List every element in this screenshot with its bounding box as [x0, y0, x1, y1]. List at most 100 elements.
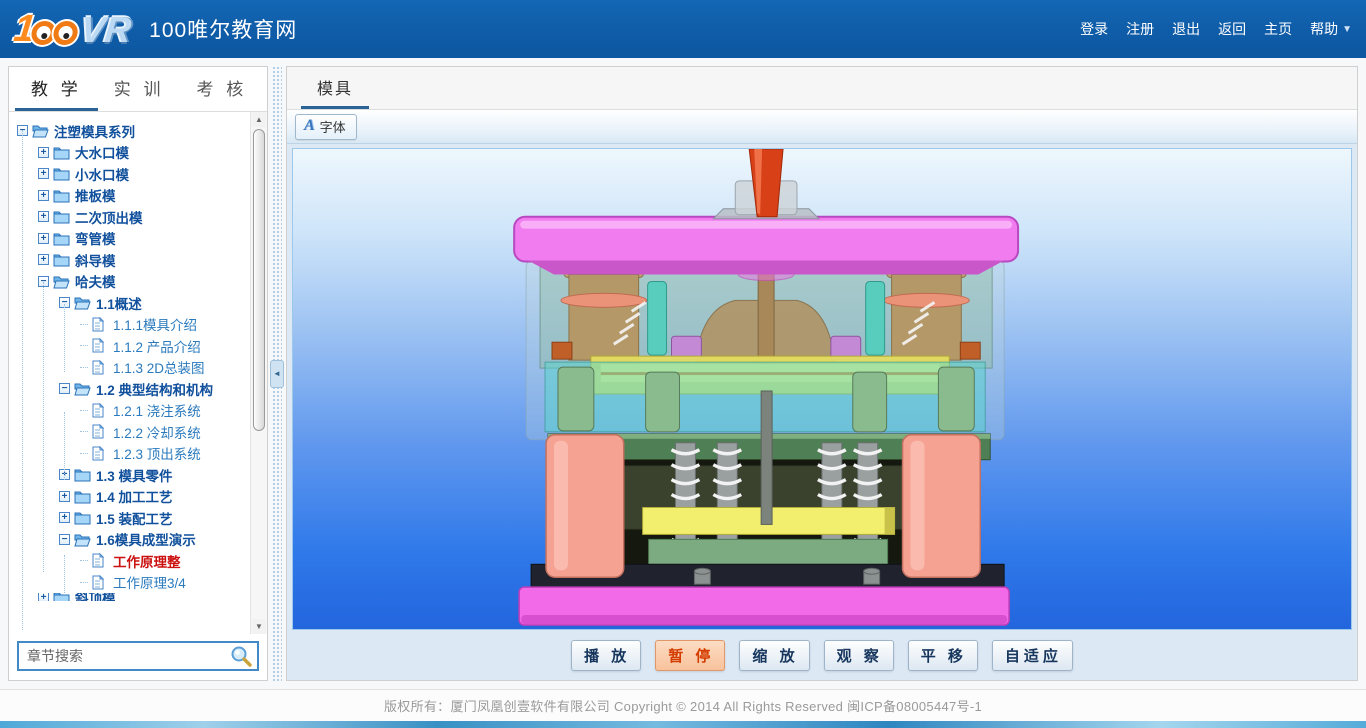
folder-closed-icon: [74, 510, 91, 525]
tree-item[interactable]: + 斜顶模: [9, 593, 250, 601]
expand-plus-icon[interactable]: +: [38, 190, 49, 201]
folder-closed-icon: [53, 166, 70, 181]
viewer-toolbar: A 字体: [287, 110, 1357, 144]
autofit-button[interactable]: 自适应: [992, 640, 1073, 671]
tree-item-label: 1.5 装配工艺: [96, 508, 173, 528]
mold-3d-model[interactable]: [292, 149, 1323, 629]
tree-item[interactable]: + 二次顶出模: [9, 206, 250, 228]
tree-connector: [80, 324, 88, 325]
tree-item-label: 1.4 加工工艺: [96, 486, 173, 506]
expand-plus-icon[interactable]: +: [59, 491, 70, 502]
doc-icon: [91, 446, 108, 461]
tree-item[interactable]: +小水口模: [9, 163, 250, 185]
play-button[interactable]: 播 放: [571, 640, 641, 671]
tree-item[interactable]: +弯管模: [9, 228, 250, 250]
tree-item[interactable]: +1.5 装配工艺: [9, 507, 250, 529]
scrollbar-thumb[interactable]: [253, 129, 265, 431]
tree-item-label: 工作原理3/4: [113, 572, 186, 592]
tree-item[interactable]: 工作原理整: [9, 550, 250, 572]
back-link[interactable]: 返回: [1218, 19, 1246, 39]
tab-assessment[interactable]: 考 核: [180, 67, 263, 111]
tree-item[interactable]: 工作原理3/4: [9, 572, 250, 594]
expand-plus-icon[interactable]: +: [59, 512, 70, 523]
panel-splitter[interactable]: ◄: [268, 66, 286, 681]
tab-teaching[interactable]: 教 学: [15, 67, 98, 111]
scrollbar-up-icon[interactable]: ▲: [252, 112, 266, 127]
tree-connector: [80, 560, 88, 561]
tree-item-label: 1.1.1模具介绍: [113, 314, 197, 334]
tree-item-label: 斜顶模: [75, 593, 116, 601]
top-nav: 登录注册退出返回主页帮助▼: [1080, 19, 1352, 39]
font-button[interactable]: A 字体: [295, 114, 357, 140]
search-icon[interactable]: [229, 644, 253, 668]
doc-icon: [91, 575, 108, 590]
sidebar-scrollbar[interactable]: ▲ ▼: [250, 112, 267, 634]
observe-button[interactable]: 观 察: [824, 640, 894, 671]
tree-item[interactable]: −1.1概述: [9, 292, 250, 314]
folder-closed-icon: [74, 467, 91, 482]
tree-connector: [80, 453, 88, 454]
tree-item-label: 1.2.1 浇注系统: [113, 400, 201, 420]
logout-link[interactable]: 退出: [1172, 19, 1200, 39]
collapse-sidebar-button[interactable]: ◄: [270, 360, 284, 388]
tree-item-label: 1.1.3 2D总装图: [113, 357, 205, 377]
tree-connector: [80, 345, 88, 346]
tree-guide-line: [22, 130, 23, 630]
search-box: [17, 641, 259, 671]
pan-button[interactable]: 平 移: [908, 640, 978, 671]
folder-closed-icon: [53, 188, 70, 203]
tree-item[interactable]: +大水口模: [9, 142, 250, 164]
main-panel: 模具 A 字体: [286, 66, 1358, 681]
folder-closed-icon: [74, 489, 91, 504]
help-link[interactable]: 帮助▼: [1310, 19, 1352, 39]
tree-item[interactable]: 1.2.2 冷却系统: [9, 421, 250, 443]
sidebar-tabs: 教 学实 训考 核: [9, 67, 267, 112]
site-logo[interactable]: 1VR: [12, 10, 133, 48]
tree-item[interactable]: −1.6模具成型演示: [9, 529, 250, 551]
tree-item[interactable]: +斜导模: [9, 249, 250, 271]
tree-item[interactable]: +1.4 加工工艺: [9, 486, 250, 508]
tree-item[interactable]: −哈夫模: [9, 271, 250, 293]
tree-item[interactable]: 1.1.1模具介绍: [9, 314, 250, 336]
tab-mold[interactable]: 模具: [301, 67, 369, 109]
tree-item[interactable]: 1.2.3 顶出系统: [9, 443, 250, 465]
tree-item-label: 1.1.2 产品介绍: [113, 336, 201, 356]
expand-plus-icon[interactable]: +: [38, 593, 49, 601]
expand-plus-icon[interactable]: +: [38, 147, 49, 158]
tree-item-label: 1.1概述: [96, 293, 142, 313]
tree-item-label: 1.2.3 顶出系统: [113, 443, 201, 463]
tree-guide-line: [64, 555, 65, 595]
viewer-canvas[interactable]: [292, 148, 1352, 630]
folder-open-icon: [74, 381, 91, 396]
tree-item[interactable]: +1.3 模具零件: [9, 464, 250, 486]
sidebar: 教 学实 训考 核 −注塑模具系列+大水口模+小水口模+推板模+二次顶出模+弯管…: [8, 66, 268, 681]
tree-item[interactable]: +推板模: [9, 185, 250, 207]
logo-vr-text: VR: [79, 12, 133, 48]
font-button-label: 字体: [320, 117, 346, 136]
expand-plus-icon[interactable]: +: [38, 254, 49, 265]
tree-item[interactable]: −1.2 典型结构和机构: [9, 378, 250, 400]
search-input[interactable]: [19, 648, 229, 664]
scrollbar-down-icon[interactable]: ▼: [252, 619, 266, 634]
zoom-button[interactable]: 缩 放: [739, 640, 809, 671]
home-link[interactable]: 主页: [1264, 19, 1292, 39]
tree-item-label: 二次顶出模: [75, 207, 143, 227]
viewer-wrap: 播 放暂 停缩 放观 察平 移自适应: [287, 144, 1357, 680]
tab-training[interactable]: 实 训: [98, 67, 181, 111]
expand-plus-icon[interactable]: +: [38, 168, 49, 179]
register-link[interactable]: 注册: [1126, 19, 1154, 39]
expand-plus-icon[interactable]: +: [38, 211, 49, 222]
expand-plus-icon[interactable]: +: [38, 233, 49, 244]
pause-button[interactable]: 暂 停: [655, 640, 725, 671]
collapse-minus-icon[interactable]: −: [59, 534, 70, 545]
collapse-minus-icon[interactable]: −: [59, 383, 70, 394]
tree-item[interactable]: −注塑模具系列: [9, 120, 250, 142]
course-tree: −注塑模具系列+大水口模+小水口模+推板模+二次顶出模+弯管模+斜导模−哈夫模−…: [9, 112, 250, 634]
login-link[interactable]: 登录: [1080, 19, 1108, 39]
footer-accent-strip: [0, 721, 1366, 728]
folder-closed-icon: [53, 145, 70, 160]
tree-item[interactable]: 1.2.1 浇注系统: [9, 400, 250, 422]
tree-connector: [80, 431, 88, 432]
tree-item[interactable]: 1.1.3 2D总装图: [9, 357, 250, 379]
tree-item[interactable]: 1.1.2 产品介绍: [9, 335, 250, 357]
